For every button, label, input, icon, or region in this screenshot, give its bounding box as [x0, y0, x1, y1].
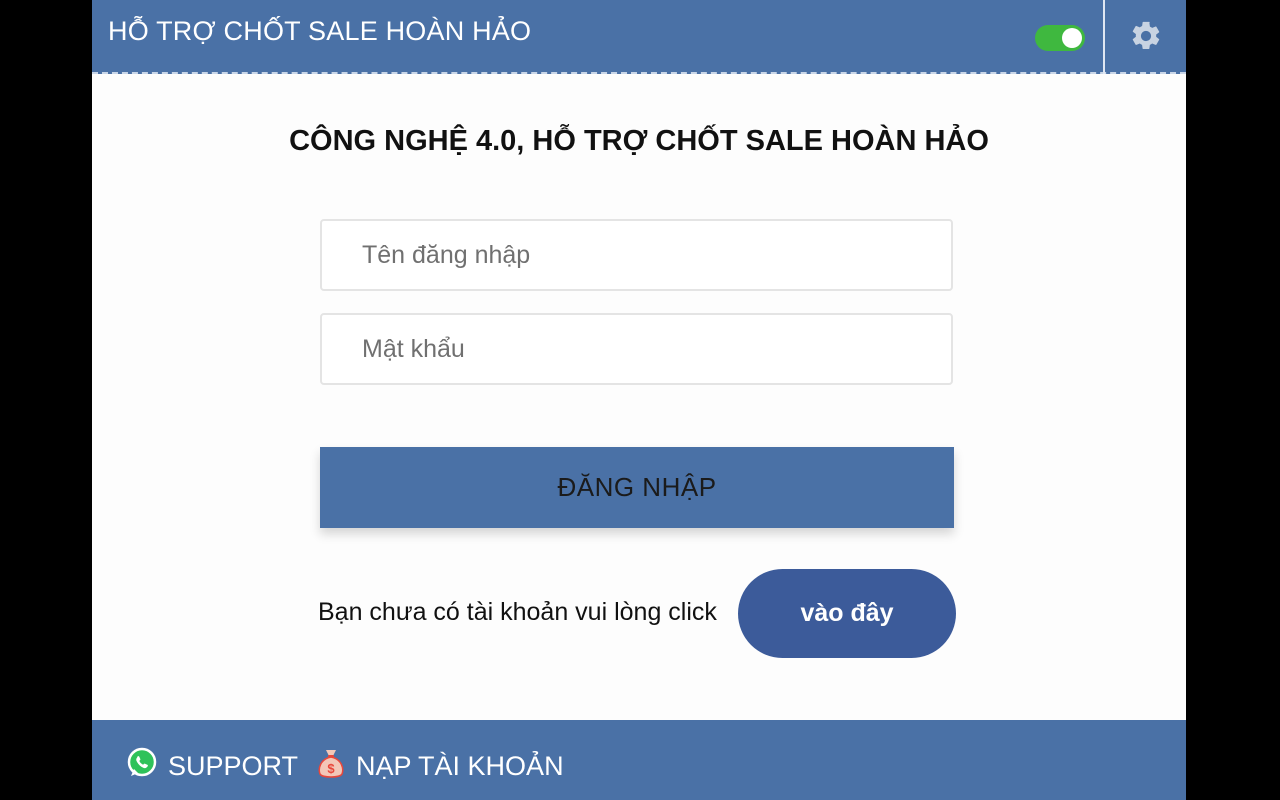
footer-bar: SUPPORT $ NẠP TÀI KHOẢN: [92, 720, 1186, 800]
support-link[interactable]: SUPPORT: [126, 747, 298, 786]
register-button[interactable]: vào đây: [738, 569, 956, 658]
topup-link[interactable]: $ NẠP TÀI KHOẢN: [316, 747, 564, 786]
register-prompt: Bạn chưa có tài khoản vui lòng click: [318, 598, 717, 626]
username-input[interactable]: [320, 219, 953, 291]
header-title: HỖ TRỢ CHỐT SALE HOÀN HẢO: [108, 16, 532, 46]
money-bag-icon: $: [316, 747, 346, 786]
header-bar: HỖ TRỢ CHỐT SALE HOÀN HẢO: [92, 0, 1186, 74]
enable-toggle[interactable]: [1035, 25, 1085, 51]
toggle-knob: [1062, 28, 1082, 48]
page-title: CÔNG NGHỆ 4.0, HỖ TRỢ CHỐT SALE HOÀN HẢO: [289, 125, 989, 157]
gear-icon: [1132, 21, 1159, 50]
svg-text:$: $: [327, 761, 335, 776]
settings-button[interactable]: [1105, 0, 1186, 72]
login-button[interactable]: ĐĂNG NHẬP: [320, 447, 954, 528]
password-input[interactable]: [320, 313, 953, 385]
whatsapp-icon: [126, 747, 158, 786]
extension-popup: HỖ TRỢ CHỐT SALE HOÀN HẢO CÔNG NGHỆ 4.0,…: [92, 0, 1186, 800]
topup-label: NẠP TÀI KHOẢN: [356, 751, 564, 781]
support-label: SUPPORT: [168, 751, 299, 781]
